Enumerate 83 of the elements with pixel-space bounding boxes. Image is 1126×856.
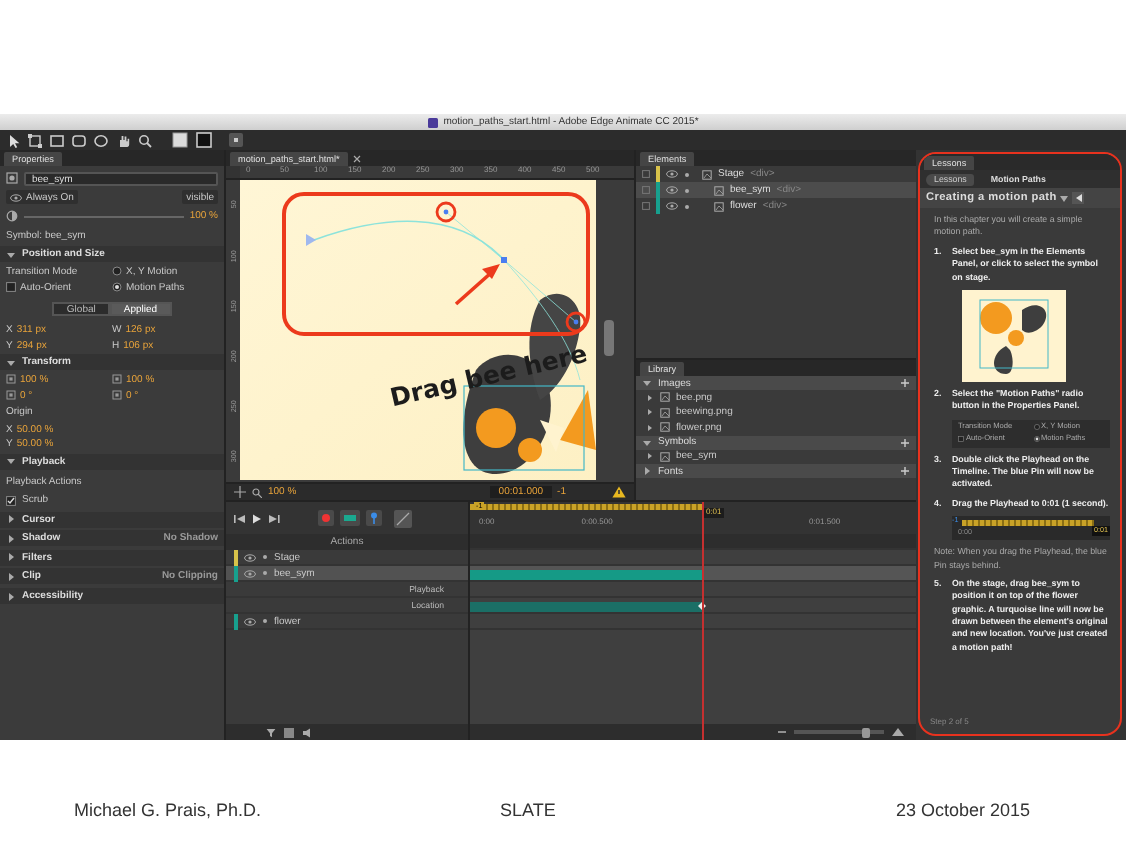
crosshair-icon[interactable] xyxy=(234,486,246,498)
magnifier-icon[interactable] xyxy=(138,133,152,147)
expand-triangle-icon[interactable] xyxy=(6,552,16,563)
pin-icon[interactable] xyxy=(366,510,382,526)
radio-selected-icon[interactable] xyxy=(112,282,122,293)
previous-icon[interactable] xyxy=(1075,194,1082,202)
app-icon xyxy=(427,117,438,127)
zoom-out-icon[interactable] xyxy=(778,728,786,736)
expand-triangle-icon[interactable] xyxy=(6,591,16,602)
image-file-icon xyxy=(660,451,670,462)
magnifier-icon[interactable] xyxy=(252,487,262,497)
rectangle-icon[interactable] xyxy=(50,133,64,147)
checkbox-icon[interactable] xyxy=(6,282,16,293)
expand-triangle-icon[interactable] xyxy=(642,466,652,476)
author-name: Michael G. Prais, Ph.D. xyxy=(74,799,264,821)
element-type-icon xyxy=(702,169,712,179)
eye-icon[interactable] xyxy=(244,617,256,625)
lock-dot-icon[interactable] xyxy=(684,187,690,193)
pointer-icon[interactable] xyxy=(8,133,20,147)
rounded-rectangle-icon[interactable] xyxy=(72,133,86,147)
eye-icon xyxy=(10,193,22,202)
radio-icon[interactable] xyxy=(112,266,122,277)
hand-icon[interactable] xyxy=(116,133,130,147)
grid-icon[interactable] xyxy=(284,727,294,737)
add-icon[interactable] xyxy=(900,437,910,447)
grid-button-icon[interactable] xyxy=(228,132,244,148)
zoom-slider-thumb[interactable] xyxy=(862,727,870,737)
lock-dot-icon[interactable] xyxy=(262,554,268,560)
audio-icon[interactable] xyxy=(302,727,312,737)
transform-handle-icon xyxy=(112,390,122,401)
checkbox-icon[interactable] xyxy=(642,170,650,178)
lock-dot-icon[interactable] xyxy=(262,618,268,624)
add-icon[interactable] xyxy=(900,378,910,388)
transform-handle-icon xyxy=(112,374,122,385)
play-icon[interactable] xyxy=(252,513,262,523)
opacity-icon xyxy=(6,210,18,223)
image-file-icon xyxy=(660,392,670,403)
eye-icon[interactable] xyxy=(666,186,678,194)
ellipse-icon[interactable] xyxy=(94,133,108,147)
presentation-date: 23 October 2015 xyxy=(896,799,1031,821)
go-to-end-icon[interactable] xyxy=(268,513,280,523)
collapse-triangle-icon[interactable] xyxy=(642,437,652,447)
element-type-icon xyxy=(714,185,724,195)
image-file-icon xyxy=(660,407,670,418)
checkbox-icon[interactable] xyxy=(642,202,650,210)
transform-handle-icon xyxy=(6,390,16,401)
easing-icon[interactable] xyxy=(394,509,412,527)
lock-dot-icon[interactable] xyxy=(262,570,268,576)
auto-keyframe-icon[interactable] xyxy=(340,510,360,526)
transform-handle-icon xyxy=(6,374,16,385)
bee-illustration-drawing xyxy=(962,289,1066,382)
fill-swatch-icon[interactable] xyxy=(172,132,188,148)
close-icon[interactable] xyxy=(351,154,362,164)
checkbox-icon[interactable] xyxy=(642,186,650,194)
expand-triangle-icon[interactable] xyxy=(6,514,16,525)
expand-triangle-icon[interactable] xyxy=(6,533,16,544)
collapse-triangle-icon[interactable] xyxy=(6,456,16,467)
eye-icon[interactable] xyxy=(244,569,256,577)
checked-checkbox-icon[interactable] xyxy=(6,495,16,506)
expand-triangle-icon[interactable] xyxy=(646,452,654,461)
expand-triangle-icon[interactable] xyxy=(6,571,16,582)
image-file-icon xyxy=(660,422,670,433)
transform-icon[interactable] xyxy=(28,133,42,147)
zoom-in-icon[interactable] xyxy=(892,728,904,736)
collapse-triangle-icon[interactable] xyxy=(642,378,652,388)
play-range-bar xyxy=(962,520,1094,527)
eye-icon[interactable] xyxy=(666,170,678,178)
collapse-triangle-icon[interactable] xyxy=(6,249,16,260)
warning-icon[interactable] xyxy=(612,486,626,498)
eye-icon[interactable] xyxy=(244,553,256,561)
stage-caption: Drag bee here xyxy=(387,337,590,413)
stroke-swatch-icon[interactable] xyxy=(196,132,212,148)
organization-name: SLATE xyxy=(500,799,558,821)
lock-dot-icon[interactable] xyxy=(684,203,690,209)
element-type-icon xyxy=(714,201,724,211)
go-to-start-icon[interactable] xyxy=(234,513,246,523)
lock-dot-icon[interactable] xyxy=(684,171,690,177)
eye-icon[interactable] xyxy=(666,202,678,210)
caret-icon[interactable] xyxy=(1060,195,1069,201)
filter-icon[interactable] xyxy=(266,727,276,737)
add-icon[interactable] xyxy=(900,466,910,476)
symbol-icon xyxy=(6,172,18,184)
collapse-triangle-icon[interactable] xyxy=(6,357,16,368)
